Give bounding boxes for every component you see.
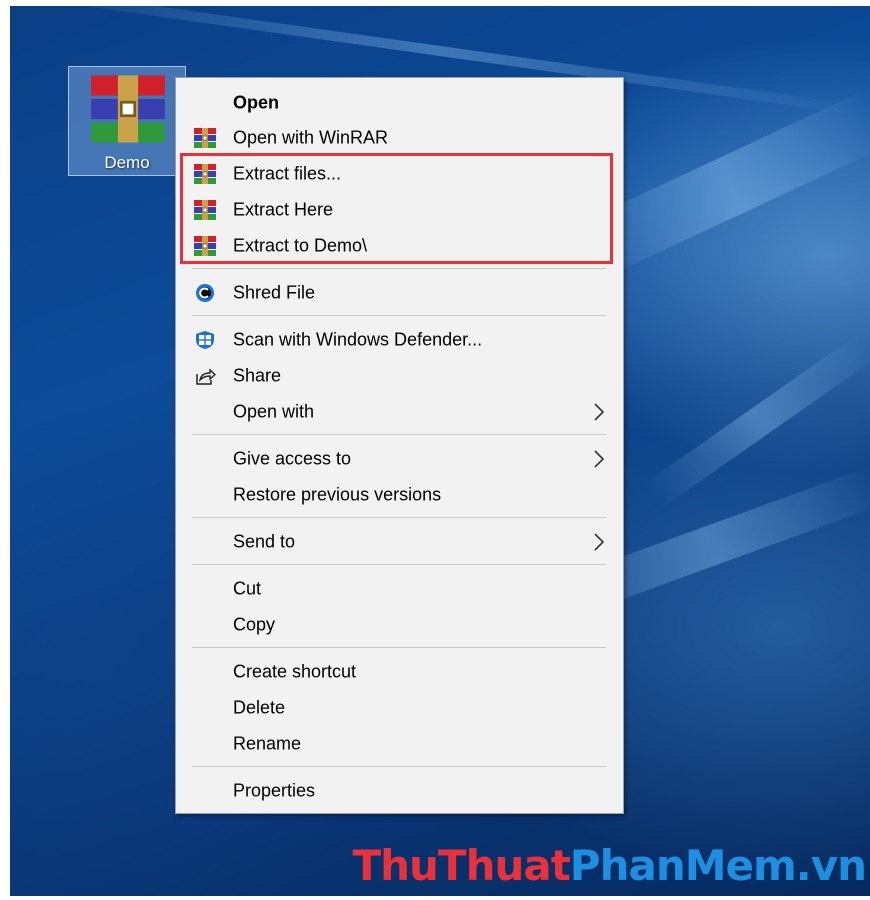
shred-icon [196, 284, 214, 302]
menu-separator [192, 766, 606, 767]
menu-separator [192, 268, 606, 269]
menu-item-label: Open [233, 92, 280, 113]
menu-separator [192, 564, 606, 565]
menu-separator [192, 434, 606, 435]
watermark: ThuThuatPhanMem.vn [352, 841, 867, 890]
menu-item-label: Restore previous versions [233, 484, 442, 505]
menu-separator [192, 647, 606, 648]
menu-item-share[interactable]: Share [176, 358, 623, 394]
menu-item-rename[interactable]: Rename [176, 726, 623, 762]
menu-item-label: Properties [233, 780, 316, 801]
menu-item-label: Rename [233, 733, 302, 754]
menu-item-label: Delete [233, 697, 286, 718]
menu-item-label: Give access to [233, 448, 352, 469]
menu-item-shred-file[interactable]: Shred File [176, 275, 623, 311]
chevron-right-icon [593, 533, 605, 551]
desktop-file-demo[interactable]: Demo [68, 66, 186, 176]
menu-item-send-to[interactable]: Send to [176, 524, 623, 560]
menu-item-label: Scan with Windows Defender... [233, 329, 483, 350]
menu-item-open-with[interactable]: Open with [176, 394, 623, 430]
menu-item-delete[interactable]: Delete [176, 690, 623, 726]
windows-defender-icon [196, 331, 214, 349]
menu-item-label: Create shortcut [233, 661, 357, 682]
menu-item-create-shortcut[interactable]: Create shortcut [176, 654, 623, 690]
extract-options-highlight-box [180, 153, 613, 264]
menu-separator [192, 517, 606, 518]
chevron-right-icon [593, 450, 605, 468]
menu-item-label: Send to [233, 531, 296, 552]
menu-item-copy[interactable]: Copy [176, 607, 623, 643]
menu-item-label: Open with [233, 401, 315, 422]
menu-item-label: Cut [233, 578, 262, 599]
menu-item-open-with-winrar[interactable]: Open with WinRAR [176, 120, 623, 156]
share-icon [196, 368, 216, 385]
menu-item-cut[interactable]: Cut [176, 571, 623, 607]
winrar-icon [194, 128, 216, 148]
menu-item-label: Open with WinRAR [233, 127, 389, 148]
menu-separator [192, 315, 606, 316]
menu-item-scan-defender[interactable]: Scan with Windows Defender... [176, 322, 623, 358]
menu-item-label: Shred File [233, 282, 316, 303]
menu-item-give-access-to[interactable]: Give access to [176, 441, 623, 477]
chevron-right-icon [593, 403, 605, 421]
menu-item-properties[interactable]: Properties [176, 773, 623, 809]
menu-item-restore-previous-versions[interactable]: Restore previous versions [176, 477, 623, 513]
watermark-part-2: PhanMem.vn [569, 841, 867, 890]
menu-item-label: Share [233, 365, 282, 386]
desktop-file-label: Demo [104, 153, 150, 172]
watermark-part-1: ThuThuat [352, 841, 570, 890]
menu-item-open[interactable]: Open [176, 85, 623, 121]
winrar-archive-icon [91, 73, 165, 145]
menu-item-label: Copy [233, 614, 276, 635]
